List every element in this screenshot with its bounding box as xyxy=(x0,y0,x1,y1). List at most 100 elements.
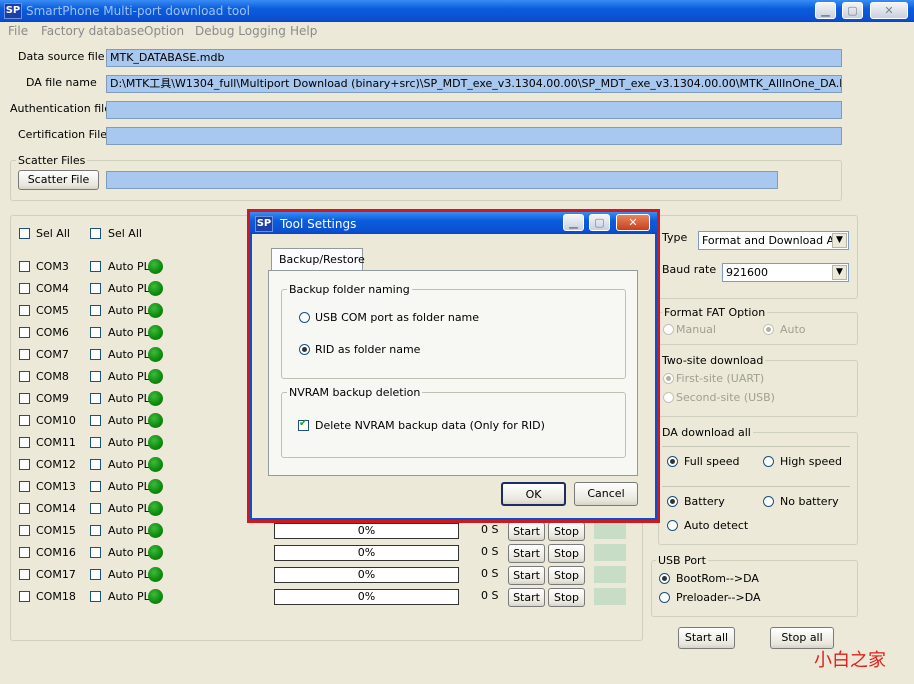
status-led-icon xyxy=(148,325,163,340)
preloader-radio[interactable] xyxy=(659,592,670,603)
auto-pl-checkbox[interactable] xyxy=(90,547,101,558)
menu-option[interactable]: Option xyxy=(144,24,184,38)
stop-button[interactable]: Stop xyxy=(548,522,585,541)
auto-pl-checkbox[interactable] xyxy=(90,503,101,514)
sel-all-checkbox[interactable] xyxy=(19,228,30,239)
com-checkbox[interactable] xyxy=(19,371,30,382)
ok-button[interactable]: OK xyxy=(501,482,566,506)
stop-button[interactable]: Stop xyxy=(548,544,585,563)
auto-pl-label: Auto PL xyxy=(108,436,150,449)
status-led-icon xyxy=(148,259,163,274)
status-led-icon xyxy=(148,413,163,428)
format-manual-radio[interactable] xyxy=(663,324,674,335)
auto-pl-checkbox[interactable] xyxy=(90,371,101,382)
type-select[interactable]: Format and Download All ▼ xyxy=(698,231,849,250)
auto-pl-checkbox[interactable] xyxy=(90,261,101,272)
rid-radio[interactable] xyxy=(299,344,310,355)
dialog-close-button[interactable]: ✕ xyxy=(616,214,650,231)
com-checkbox[interactable] xyxy=(19,591,30,602)
stop-button[interactable]: Stop xyxy=(548,566,585,585)
auto-pl-checkbox[interactable] xyxy=(90,415,101,426)
high-speed-radio[interactable] xyxy=(763,456,774,467)
auto-pl-checkbox[interactable] xyxy=(90,393,101,404)
status-led-icon xyxy=(148,391,163,406)
auto-pl-checkbox[interactable] xyxy=(90,481,101,492)
result-indicator xyxy=(594,544,626,561)
minimize-button[interactable]: ▁ xyxy=(815,2,836,19)
data-source-field[interactable]: MTK_DATABASE.mdb xyxy=(106,49,842,67)
format-fat-title: Format FAT Option xyxy=(662,306,768,319)
dialog-minimize-button[interactable]: ▁ xyxy=(563,214,584,231)
cert-file-field[interactable] xyxy=(106,127,842,145)
auto-pl-label: Auto PL xyxy=(108,370,150,383)
auto-pl-checkbox[interactable] xyxy=(90,569,101,580)
com-checkbox[interactable] xyxy=(19,459,30,470)
com-checkbox[interactable] xyxy=(19,305,30,316)
sel-all-auto-checkbox[interactable] xyxy=(90,228,101,239)
menu-help[interactable]: Help xyxy=(290,24,317,38)
auto-pl-checkbox[interactable] xyxy=(90,349,101,360)
backup-naming-title: Backup folder naming xyxy=(287,283,412,296)
start-button[interactable]: Start xyxy=(508,588,545,607)
bootrom-radio[interactable] xyxy=(659,573,670,584)
full-speed-radio[interactable] xyxy=(667,456,678,467)
com-checkbox[interactable] xyxy=(19,415,30,426)
baud-rate-select[interactable]: 921600 ▼ xyxy=(722,263,849,282)
com-checkbox[interactable] xyxy=(19,437,30,448)
second-site-radio[interactable] xyxy=(663,392,674,403)
scatter-file-button[interactable]: Scatter File xyxy=(18,170,99,190)
status-led-icon xyxy=(148,303,163,318)
com-checkbox[interactable] xyxy=(19,481,30,492)
battery-radio[interactable] xyxy=(667,496,678,507)
start-button[interactable]: Start xyxy=(508,566,545,585)
com-checkbox[interactable] xyxy=(19,327,30,338)
dialog-title-bar[interactable]: SP Tool Settings ▁ ▢ ✕ xyxy=(250,212,657,234)
title-bar[interactable]: SP SmartPhone Multi-port download tool ▁… xyxy=(0,0,914,22)
auto-pl-checkbox[interactable] xyxy=(90,283,101,294)
menu-factory-database[interactable]: Factory database xyxy=(41,24,144,38)
com-checkbox[interactable] xyxy=(19,547,30,558)
da-file-field[interactable]: D:\MTK工具\W1304_full\Multiport Download (… xyxy=(106,75,842,93)
close-button[interactable]: ✕ xyxy=(870,2,908,19)
auto-detect-radio[interactable] xyxy=(667,520,678,531)
com-port-label: COM17 xyxy=(36,568,76,581)
start-all-button[interactable]: Start all xyxy=(678,627,735,649)
com-port-label: COM4 xyxy=(36,282,69,295)
com-checkbox[interactable] xyxy=(19,283,30,294)
com-checkbox[interactable] xyxy=(19,525,30,536)
usb-com-radio[interactable] xyxy=(299,312,310,323)
auto-pl-checkbox[interactable] xyxy=(90,437,101,448)
com-checkbox[interactable] xyxy=(19,261,30,272)
menu-debug-logging[interactable]: Debug Logging xyxy=(195,24,286,38)
format-auto-radio[interactable] xyxy=(763,324,774,335)
com-checkbox[interactable] xyxy=(19,393,30,404)
window-title: SmartPhone Multi-port download tool xyxy=(26,4,250,18)
status-led-icon xyxy=(148,589,163,604)
status-led-icon xyxy=(148,281,163,296)
auto-pl-checkbox[interactable] xyxy=(90,305,101,316)
menu-file[interactable]: File xyxy=(8,24,28,38)
com-checkbox[interactable] xyxy=(19,569,30,580)
maximize-button[interactable]: ▢ xyxy=(842,2,863,19)
first-site-radio[interactable] xyxy=(663,373,674,384)
auth-file-field[interactable] xyxy=(106,101,842,119)
nvram-delete-checkbox[interactable] xyxy=(298,418,309,431)
battery-label: Battery xyxy=(684,495,725,508)
start-button[interactable]: Start xyxy=(508,544,545,563)
two-site-group xyxy=(658,360,858,417)
tab-backup-restore[interactable]: Backup/Restore xyxy=(271,248,365,270)
scatter-group-title: Scatter Files xyxy=(16,154,88,167)
cancel-button[interactable]: Cancel xyxy=(574,482,638,506)
dialog-maximize-button[interactable]: ▢ xyxy=(589,214,610,231)
auto-pl-checkbox[interactable] xyxy=(90,459,101,470)
start-button[interactable]: Start xyxy=(508,522,545,541)
format-manual-label: Manual xyxy=(676,323,716,336)
stop-button[interactable]: Stop xyxy=(548,588,585,607)
auto-pl-checkbox[interactable] xyxy=(90,327,101,338)
auto-pl-checkbox[interactable] xyxy=(90,591,101,602)
scatter-file-field[interactable] xyxy=(106,171,778,189)
no-battery-radio[interactable] xyxy=(763,496,774,507)
com-checkbox[interactable] xyxy=(19,349,30,360)
auto-pl-checkbox[interactable] xyxy=(90,525,101,536)
com-checkbox[interactable] xyxy=(19,503,30,514)
